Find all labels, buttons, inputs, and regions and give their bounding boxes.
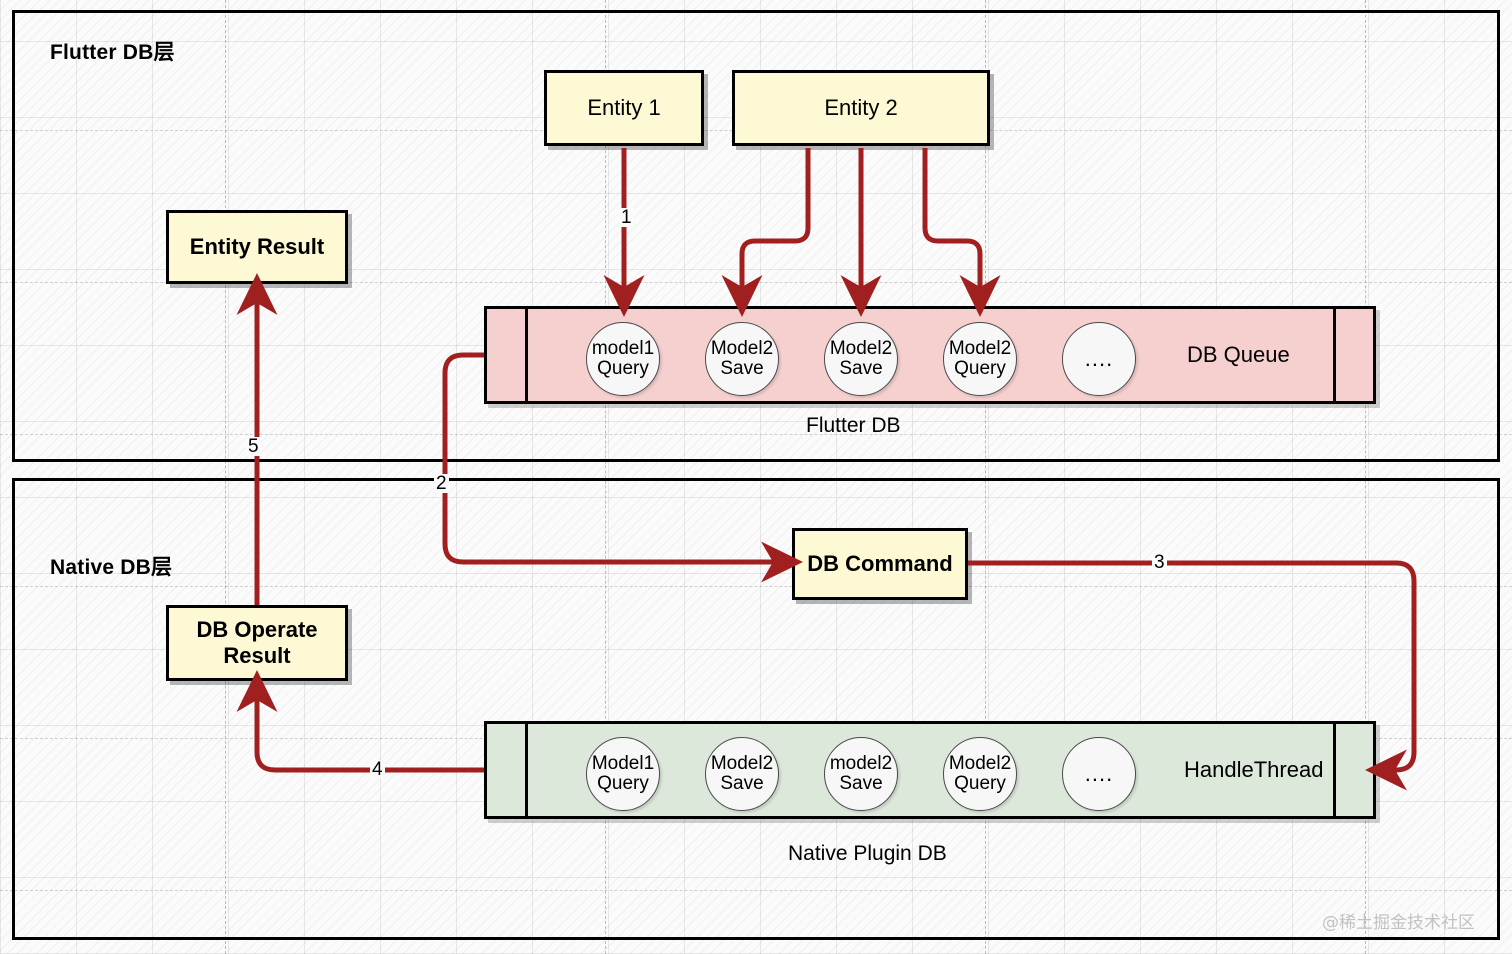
queue-item-line-1: Model2	[710, 337, 774, 359]
queue-item[interactable]: Model2 Save	[705, 737, 779, 811]
queue-item-line-1: Model2	[829, 337, 893, 359]
box-db-operate-result[interactable]: DB Operate Result	[166, 605, 348, 681]
watermark: @稀土掘金技术社区	[1322, 913, 1475, 933]
queue-item[interactable]: Model2 Query	[943, 737, 1017, 811]
lane-title-native-db: Native DB层	[50, 556, 173, 579]
queue-native-plugin-db: HandleThread Model1 Query Model2 Save mo…	[484, 721, 1376, 819]
queue-divider-right	[1333, 724, 1336, 816]
queue-item-line-2: Query	[954, 773, 1006, 794]
queue-flutter-db-label: DB Queue	[1187, 342, 1290, 367]
queue-item-line-1: ....	[1084, 346, 1114, 372]
queue-item-line-2: Save	[839, 358, 883, 379]
lane-title-flutter-db: Flutter DB层	[50, 41, 175, 64]
box-entity-2-label: Entity 2	[824, 95, 898, 120]
box-entity-2[interactable]: Entity 2	[732, 70, 990, 146]
queue-item-line-2: Save	[720, 773, 764, 794]
queue-item-line-2: Query	[597, 773, 649, 794]
queue-native-plugin-db-label: HandleThread	[1184, 757, 1324, 782]
queue-item[interactable]: model2 Save	[824, 737, 898, 811]
lane-native-db	[12, 478, 1500, 940]
queue-item-ellipsis[interactable]: ....	[1062, 737, 1136, 811]
queue-item-line-2: Query	[954, 358, 1006, 379]
queue-item-line-2: Save	[720, 358, 764, 379]
queue-item-line-2: Save	[839, 773, 883, 794]
queue-divider-left	[525, 724, 528, 816]
box-entity-1[interactable]: Entity 1	[544, 70, 704, 146]
queue-item-line-1: Model2	[948, 337, 1012, 359]
arrow-label-3: 3	[1152, 552, 1167, 573]
queue-item[interactable]: Model2 Save	[824, 322, 898, 396]
caption-flutter-db: Flutter DB	[806, 414, 901, 437]
box-db-command-label: DB Command	[807, 551, 953, 577]
queue-item-line-1: model2	[829, 752, 893, 774]
caption-native-plugin-db: Native Plugin DB	[788, 842, 947, 865]
queue-item-line-1: Model1	[591, 752, 655, 774]
queue-item-line-1: Model2	[710, 752, 774, 774]
arrow-label-5: 5	[246, 436, 261, 457]
queue-item-line-1: model1	[591, 337, 655, 359]
arrow-label-2: 2	[434, 473, 449, 494]
diagram-canvas: Flutter DB层 Native DB层 Entity 1 Entity 2…	[0, 0, 1512, 954]
queue-item-ellipsis[interactable]: ....	[1062, 322, 1136, 396]
box-db-operate-result-line-2: Result	[223, 643, 291, 668]
queue-flutter-db: DB Queue model1 Query Model2 Save Model2…	[484, 306, 1376, 404]
box-entity-result-label: Entity Result	[189, 234, 325, 260]
queue-item[interactable]: model1 Query	[586, 322, 660, 396]
queue-divider-right	[1333, 309, 1336, 401]
queue-item[interactable]: Model1 Query	[586, 737, 660, 811]
box-db-command[interactable]: DB Command	[792, 528, 968, 600]
arrow-label-4: 4	[370, 759, 385, 780]
box-entity-result[interactable]: Entity Result	[166, 210, 348, 284]
queue-item-line-1: ....	[1084, 761, 1114, 787]
queue-item-line-2: Query	[597, 358, 649, 379]
arrow-label-1: 1	[619, 207, 634, 228]
queue-item-line-1: Model2	[948, 752, 1012, 774]
queue-divider-left	[525, 309, 528, 401]
queue-item[interactable]: Model2 Query	[943, 322, 1017, 396]
queue-item[interactable]: Model2 Save	[705, 322, 779, 396]
box-db-operate-result-line-1: DB Operate	[196, 617, 318, 643]
box-entity-1-label: Entity 1	[587, 95, 661, 120]
